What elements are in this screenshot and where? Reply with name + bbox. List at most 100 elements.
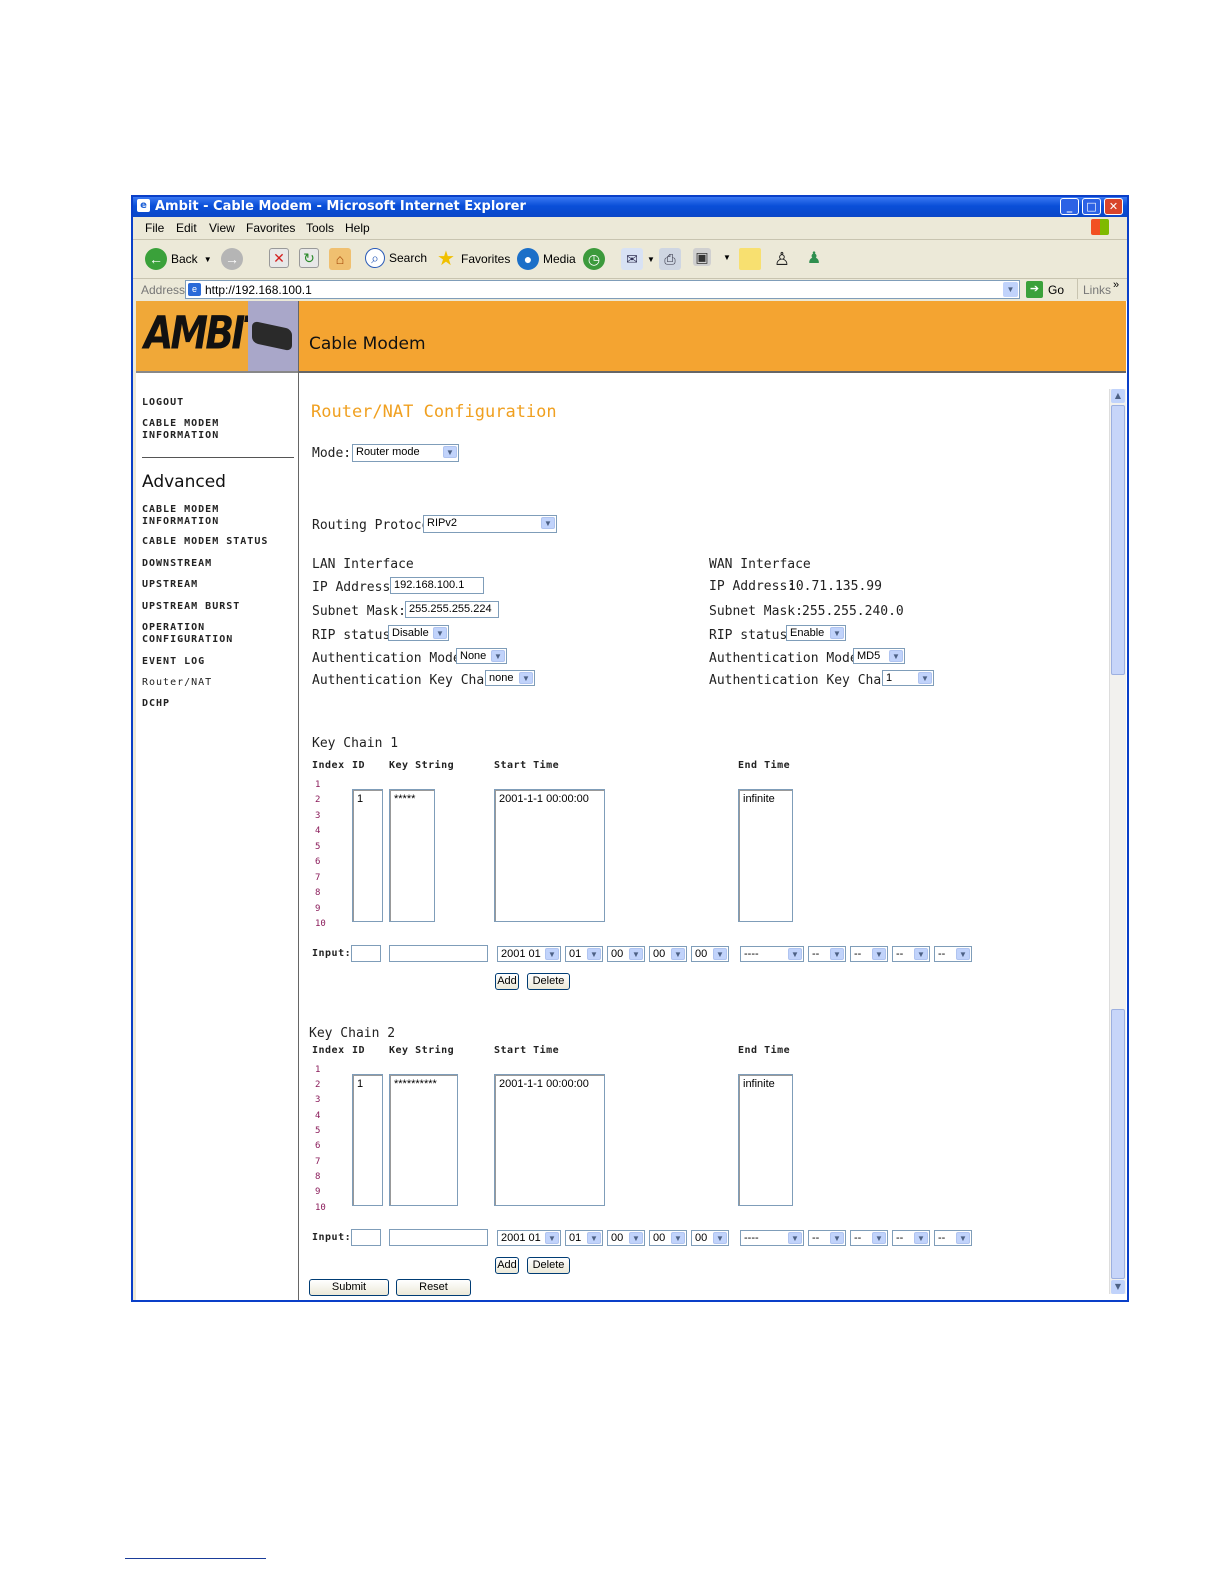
nav-operation-configuration[interactable]: OPERATION CONFIGURATION <box>142 622 242 646</box>
nav-upstream-burst[interactable]: UPSTREAM BURST <box>142 601 240 613</box>
address-dropdown-icon[interactable]: ▼ <box>1003 282 1018 297</box>
history-button[interactable]: ◷ <box>583 248 609 270</box>
routing-protocol-select[interactable]: RIPv2 ▼ <box>423 515 557 533</box>
nav-dchp[interactable]: DCHP <box>142 698 170 710</box>
kc1-id-input[interactable] <box>351 945 381 962</box>
kc2-start-day-select[interactable]: 01 ▼ <box>565 1230 603 1246</box>
lan-auth-select[interactable]: None ▼ <box>456 648 507 664</box>
kc2-end-year-select[interactable]: ---- ▼ <box>740 1230 804 1246</box>
favorites-button[interactable]: ★ Favorites <box>435 248 510 270</box>
kc2-end-list[interactable]: infinite <box>738 1074 793 1206</box>
kc1-end-minute-select[interactable]: -- ▼ <box>934 946 972 962</box>
lan-keychain-select[interactable]: none ▼ <box>485 670 535 686</box>
nav-router-nat[interactable]: Router/NAT <box>142 677 212 689</box>
lan-rip-select[interactable]: Disable ▼ <box>388 625 449 641</box>
kc2-end-month-select[interactable]: -- ▼ <box>808 1230 846 1246</box>
wan-keychain-select[interactable]: 1 ▼ <box>882 670 934 686</box>
maximize-button[interactable]: □ <box>1082 198 1101 215</box>
wan-auth-select[interactable]: MD5 ▼ <box>853 648 905 664</box>
kc1-start-hour-select[interactable]: 00 ▼ <box>607 946 645 962</box>
nav-downstream[interactable]: DOWNSTREAM <box>142 558 212 570</box>
kc1-end-year-select[interactable]: ---- ▼ <box>740 946 804 962</box>
back-button[interactable]: ← Back ▼ <box>145 248 212 270</box>
research-button[interactable]: ♙ <box>771 248 797 270</box>
kc1-start-day-select[interactable]: 01 ▼ <box>565 946 603 962</box>
kc1-end-month-select[interactable]: -- ▼ <box>808 946 846 962</box>
vertical-scrollbar[interactable]: ▲ ▼ <box>1109 389 1126 1294</box>
kc1-start-year-select[interactable]: 2001 01 ▼ <box>497 946 561 962</box>
edit-button[interactable]: ▣ ▼ <box>693 248 731 266</box>
kc1-start-list[interactable]: 2001-1-1 00:00:00 <box>494 789 605 922</box>
mode-select[interactable]: Router mode ▼ <box>352 444 459 462</box>
menu-edit[interactable]: Edit <box>176 221 197 235</box>
kc1-end-day-select[interactable]: -- ▼ <box>850 946 888 962</box>
kc2-key-item[interactable]: ********** <box>394 1078 437 1090</box>
kc2-start-hour-select[interactable]: 00 ▼ <box>607 1230 645 1246</box>
stop-button[interactable]: ✕ <box>269 248 293 268</box>
kc1-id-item[interactable]: 1 <box>357 793 363 805</box>
kc1-end-hour-select[interactable]: -- ▼ <box>892 946 930 962</box>
kc1-add-button[interactable]: Add <box>495 973 519 990</box>
kc2-start-second-select[interactable]: 00 ▼ <box>691 1230 729 1246</box>
discuss-button[interactable] <box>739 248 765 270</box>
kc1-start-second-select[interactable]: 00 ▼ <box>691 946 729 962</box>
kc1-start-item[interactable]: 2001-1-1 00:00:00 <box>499 793 589 805</box>
nav-cable-modem-info-top[interactable]: CABLE MODEM INFORMATION <box>142 418 242 442</box>
kc1-end-item[interactable]: infinite <box>743 793 775 805</box>
kc2-id-input[interactable] <box>351 1229 381 1246</box>
kc1-start-minute-select[interactable]: 00 ▼ <box>649 946 687 962</box>
links-label[interactable]: Links <box>1083 283 1111 297</box>
kc2-key-input[interactable] <box>389 1229 488 1246</box>
kc2-end-item[interactable]: infinite <box>743 1078 775 1090</box>
scroll-down-icon[interactable]: ▼ <box>1111 1280 1125 1294</box>
kc2-end-day-select[interactable]: -- ▼ <box>850 1230 888 1246</box>
media-button[interactable]: ● Media <box>517 248 576 270</box>
kc2-id-list[interactable]: 1 <box>352 1074 383 1206</box>
minimize-button[interactable]: _ <box>1060 198 1079 215</box>
close-button[interactable]: ✕ <box>1104 198 1123 215</box>
kc2-end-hour-select[interactable]: -- ▼ <box>892 1230 930 1246</box>
search-button[interactable]: ⌕ Search <box>365 248 427 268</box>
kc1-delete-button[interactable]: Delete <box>527 973 570 990</box>
kc1-key-list[interactable]: ***** <box>389 789 435 922</box>
nav-cable-modem-status[interactable]: CABLE MODEM STATUS <box>142 536 268 548</box>
kc1-end-list[interactable]: infinite <box>738 789 793 922</box>
kc2-start-minute-select[interactable]: 00 ▼ <box>649 1230 687 1246</box>
scroll-thumb-lower[interactable] <box>1111 1009 1125 1279</box>
nav-logout[interactable]: LOGOUT <box>142 397 184 409</box>
menu-favorites[interactable]: Favorites <box>246 221 295 235</box>
kc2-id-item[interactable]: 1 <box>357 1078 363 1090</box>
forward-button[interactable]: → <box>221 248 247 270</box>
kc2-start-year-select[interactable]: 2001 01 ▼ <box>497 1230 561 1246</box>
kc1-key-input[interactable] <box>389 945 488 962</box>
menu-view[interactable]: View <box>209 221 235 235</box>
nav-upstream[interactable]: UPSTREAM <box>142 579 198 591</box>
menu-file[interactable]: File <box>145 221 164 235</box>
kc2-add-button[interactable]: Add <box>495 1257 519 1274</box>
scroll-thumb[interactable] <box>1111 405 1125 675</box>
print-button[interactable]: ⎙ <box>659 248 685 270</box>
submit-button[interactable]: Submit <box>309 1279 389 1296</box>
kc1-key-item[interactable]: ***** <box>394 793 415 805</box>
kc2-end-minute-select[interactable]: -- ▼ <box>934 1230 972 1246</box>
messenger-button[interactable]: ♟ <box>803 248 829 270</box>
scroll-up-icon[interactable]: ▲ <box>1111 389 1125 403</box>
menu-tools[interactable]: Tools <box>306 221 334 235</box>
nav-cable-modem-info[interactable]: CABLE MODEM INFORMATION <box>142 504 242 528</box>
menu-help[interactable]: Help <box>345 221 370 235</box>
lan-ip-input[interactable]: 192.168.100.1 <box>390 577 484 594</box>
lan-mask-input[interactable]: 255.255.255.224 <box>405 601 499 618</box>
kc1-id-list[interactable]: 1 <box>352 789 383 922</box>
mail-button[interactable]: ✉ ▼ <box>621 248 655 270</box>
wan-rip-select[interactable]: Enable ▼ <box>786 625 846 641</box>
kc2-start-item[interactable]: 2001-1-1 00:00:00 <box>499 1078 589 1090</box>
refresh-button[interactable]: ↻ <box>299 248 323 268</box>
kc2-start-list[interactable]: 2001-1-1 00:00:00 <box>494 1074 605 1206</box>
chevron-right-icon[interactable]: » <box>1113 279 1119 291</box>
home-button[interactable]: ⌂ <box>329 248 355 270</box>
reset-button[interactable]: Reset <box>396 1279 471 1296</box>
nav-event-log[interactable]: EVENT LOG <box>142 656 205 668</box>
kc2-key-list[interactable]: ********** <box>389 1074 458 1206</box>
go-button[interactable]: ➔ Go <box>1026 281 1064 298</box>
address-input[interactable]: e http://192.168.100.1 ▼ <box>185 280 1020 299</box>
